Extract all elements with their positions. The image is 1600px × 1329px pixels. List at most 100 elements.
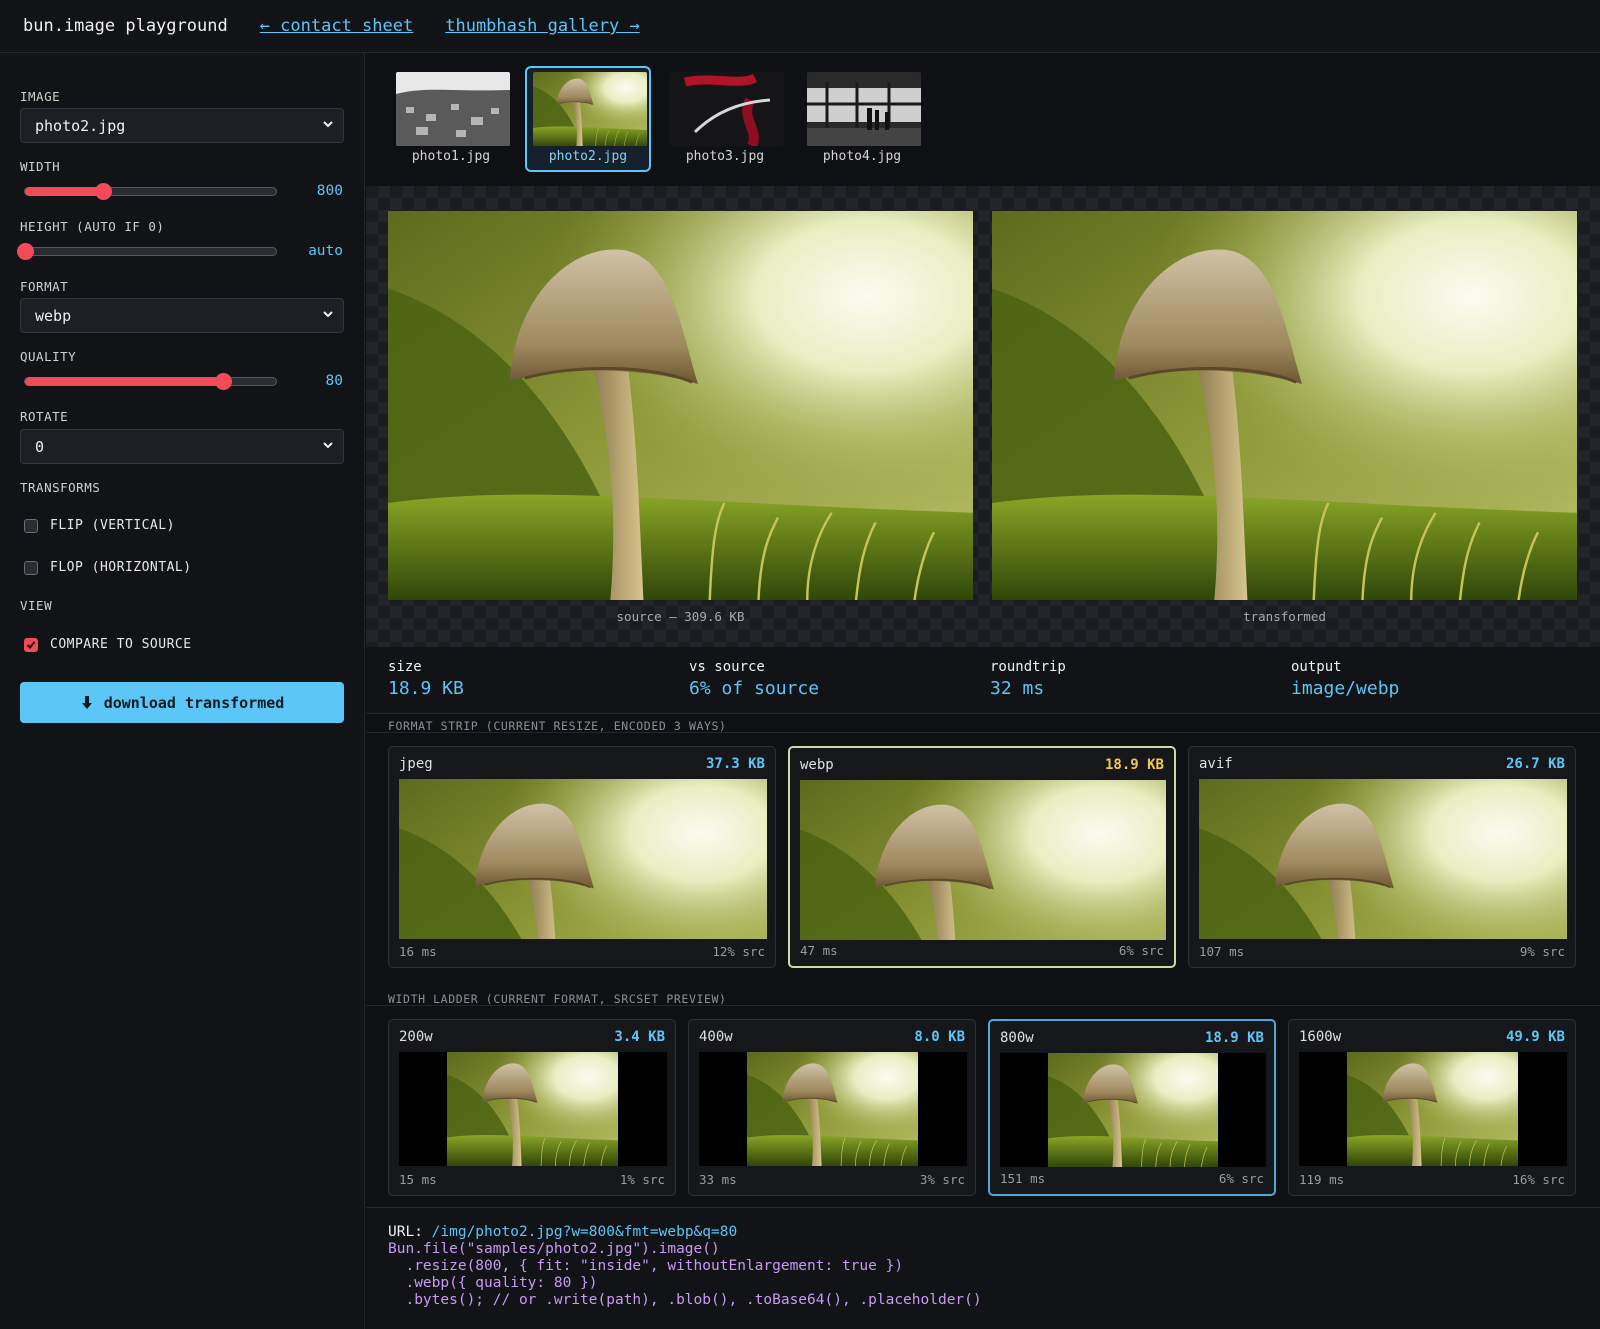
width-slider-thumb[interactable] bbox=[94, 183, 112, 200]
code-snippet: URL: /img/photo2.jpg?w=800&fmt=webp&q=80… bbox=[366, 1207, 1600, 1329]
photo2-thumbnail-image bbox=[533, 72, 647, 146]
stat-key: output bbox=[1291, 659, 1342, 675]
flip-vertical-option[interactable]: FLIP (VERTICAL) bbox=[24, 518, 175, 533]
code-line: .resize(800, { fit: "inside", withoutEnl… bbox=[388, 1258, 904, 1274]
ladder-size: 3.4 KB bbox=[614, 1029, 665, 1045]
divider bbox=[366, 1005, 1600, 1006]
format-name: jpeg bbox=[399, 756, 433, 772]
download-button[interactable]: download transformed bbox=[20, 682, 344, 723]
divider bbox=[366, 732, 1600, 733]
download-icon bbox=[81, 695, 92, 709]
thumbnail-photo3[interactable]: photo3.jpg bbox=[662, 66, 788, 172]
check-icon bbox=[26, 640, 36, 649]
code-line: .bytes(); // or .write(path), .blob(), .… bbox=[388, 1292, 982, 1308]
stat-output: output image/webp bbox=[1291, 659, 1399, 699]
ladder-size: 49.9 KB bbox=[1505, 1029, 1565, 1045]
url-line: URL: /img/photo2.jpg?w=800&fmt=webp&q=80 bbox=[388, 1224, 1578, 1241]
ladder-ratio: 3% src bbox=[919, 1172, 965, 1187]
transformed-image bbox=[992, 211, 1577, 600]
width-label: WIDTH bbox=[20, 159, 61, 174]
thumbnail-photo2[interactable]: photo2.jpg bbox=[525, 66, 651, 172]
format-size: 26.7 KB bbox=[1505, 756, 1565, 772]
ladder-card-200w[interactable]: 200w 3.4 KB 15 ms 1% src bbox=[388, 1019, 676, 1196]
rotate-select-value: 0 bbox=[35, 437, 45, 456]
thumbnail-photo4[interactable]: photo4.jpg bbox=[799, 66, 925, 172]
thumbhash-gallery-link[interactable]: thumbhash gallery → bbox=[445, 16, 639, 36]
code-line: .webp({ quality: 80 }) bbox=[388, 1275, 598, 1291]
ladder-card-800w[interactable]: 800w 18.9 KB 151 ms 6% src bbox=[988, 1019, 1276, 1196]
controls-sidebar: IMAGE photo2.jpg WIDTH 800 HEIGHT (AUTO … bbox=[0, 53, 365, 1329]
contact-sheet-link[interactable]: ← contact sheet bbox=[260, 16, 414, 36]
format-select-value: webp bbox=[35, 306, 72, 325]
ladder-time: 15 ms bbox=[399, 1172, 437, 1187]
width-slider[interactable] bbox=[24, 183, 277, 200]
format-ratio: 9% src bbox=[1519, 944, 1565, 959]
stats-bar: size 18.9 KB vs source 6% of source roun… bbox=[366, 647, 1600, 714]
image-select[interactable]: photo2.jpg bbox=[20, 108, 344, 143]
ladder-width: 800w bbox=[1000, 1030, 1034, 1046]
format-time: 47 ms bbox=[800, 943, 838, 958]
ladder-ratio: 16% src bbox=[1512, 1172, 1565, 1187]
quality-slider[interactable] bbox=[24, 373, 277, 390]
ladder-size: 18.9 KB bbox=[1204, 1030, 1264, 1046]
flip-label: FLIP (VERTICAL) bbox=[50, 518, 175, 533]
rotate-select[interactable]: 0 bbox=[20, 429, 344, 464]
view-label: VIEW bbox=[20, 598, 53, 613]
format-time: 16 ms bbox=[399, 944, 437, 959]
ladder-preview-image bbox=[699, 1052, 967, 1166]
download-label: download transformed bbox=[103, 693, 285, 712]
chevron-down-icon bbox=[323, 442, 333, 449]
thumbnail-photo1[interactable]: photo1.jpg bbox=[388, 66, 514, 172]
flip-checkbox[interactable] bbox=[24, 518, 38, 533]
format-preview-image bbox=[399, 779, 767, 939]
format-card-avif[interactable]: avif 26.7 KB 107 ms 9% src bbox=[1188, 746, 1576, 968]
height-slider-thumb[interactable] bbox=[17, 243, 34, 260]
height-label: HEIGHT (AUTO IF 0) bbox=[20, 219, 165, 234]
stat-vs-source: vs source 6% of source bbox=[689, 659, 819, 699]
photo1-thumbnail-image bbox=[396, 72, 510, 146]
ladder-time: 119 ms bbox=[1299, 1172, 1345, 1187]
ladder-preview-image bbox=[1000, 1053, 1266, 1167]
quality-label: QUALITY bbox=[20, 349, 77, 364]
image-thumbnail-strip: photo1.jpg photo2.jpg photo3.jpg photo4.… bbox=[366, 53, 1600, 186]
format-select[interactable]: webp bbox=[20, 298, 344, 333]
code-line: Bun.file("samples/photo2.jpg").image() bbox=[388, 1241, 720, 1257]
photo4-thumbnail-image bbox=[807, 72, 921, 146]
ladder-time: 151 ms bbox=[1000, 1171, 1046, 1186]
flop-horizontal-option[interactable]: FLOP (HORIZONTAL) bbox=[24, 560, 192, 575]
format-card-webp[interactable]: webp 18.9 KB 47 ms 6% src bbox=[788, 746, 1176, 968]
thumbnail-label: photo3.jpg bbox=[685, 149, 765, 164]
format-card-jpeg[interactable]: jpeg 37.3 KB 16 ms 12% src bbox=[388, 746, 776, 968]
compare-checkbox[interactable] bbox=[24, 637, 38, 652]
format-name: webp bbox=[800, 757, 834, 773]
ladder-card-400w[interactable]: 400w 8.0 KB 33 ms 3% src bbox=[688, 1019, 976, 1196]
quality-slider-fill bbox=[25, 377, 224, 386]
ladder-width: 200w bbox=[399, 1029, 433, 1045]
format-size: 37.3 KB bbox=[705, 756, 765, 772]
compare-view: source — 309.6 KB transformed bbox=[366, 186, 1600, 647]
transforms-label: TRANSFORMS bbox=[20, 480, 101, 495]
format-ratio: 6% src bbox=[1118, 943, 1164, 958]
stat-value: image/webp bbox=[1291, 678, 1400, 699]
ladder-card-1600w[interactable]: 1600w 49.9 KB 119 ms 16% src bbox=[1288, 1019, 1576, 1196]
width-slider-fill bbox=[25, 187, 103, 196]
url-value[interactable]: /img/photo2.jpg?w=800&fmt=webp&q=80 bbox=[432, 1224, 738, 1240]
stat-key: vs source bbox=[689, 659, 765, 675]
compare-option[interactable]: COMPARE TO SOURCE bbox=[24, 637, 192, 652]
top-bar: bun.image playground ← contact sheet thu… bbox=[0, 0, 1600, 53]
thumbnail-label: photo1.jpg bbox=[411, 149, 491, 164]
flop-checkbox[interactable] bbox=[24, 560, 38, 575]
main-panel: photo1.jpg photo2.jpg photo3.jpg photo4.… bbox=[366, 53, 1600, 1329]
quality-value: 80 bbox=[325, 373, 343, 389]
quality-slider-thumb[interactable] bbox=[215, 373, 233, 390]
width-ladder-label: WIDTH LADDER (CURRENT FORMAT, SRCSET PRE… bbox=[388, 992, 727, 1006]
image-select-value: photo2.jpg bbox=[35, 116, 126, 135]
stat-size: size 18.9 KB bbox=[388, 659, 464, 699]
stat-value: 6% of source bbox=[689, 678, 820, 699]
stat-value: 32 ms bbox=[990, 678, 1045, 699]
ladder-time: 33 ms bbox=[699, 1172, 737, 1187]
ladder-ratio: 6% src bbox=[1218, 1171, 1264, 1186]
height-slider[interactable] bbox=[17, 243, 277, 260]
ladder-width: 400w bbox=[699, 1029, 733, 1045]
stat-key: roundtrip bbox=[990, 659, 1066, 675]
